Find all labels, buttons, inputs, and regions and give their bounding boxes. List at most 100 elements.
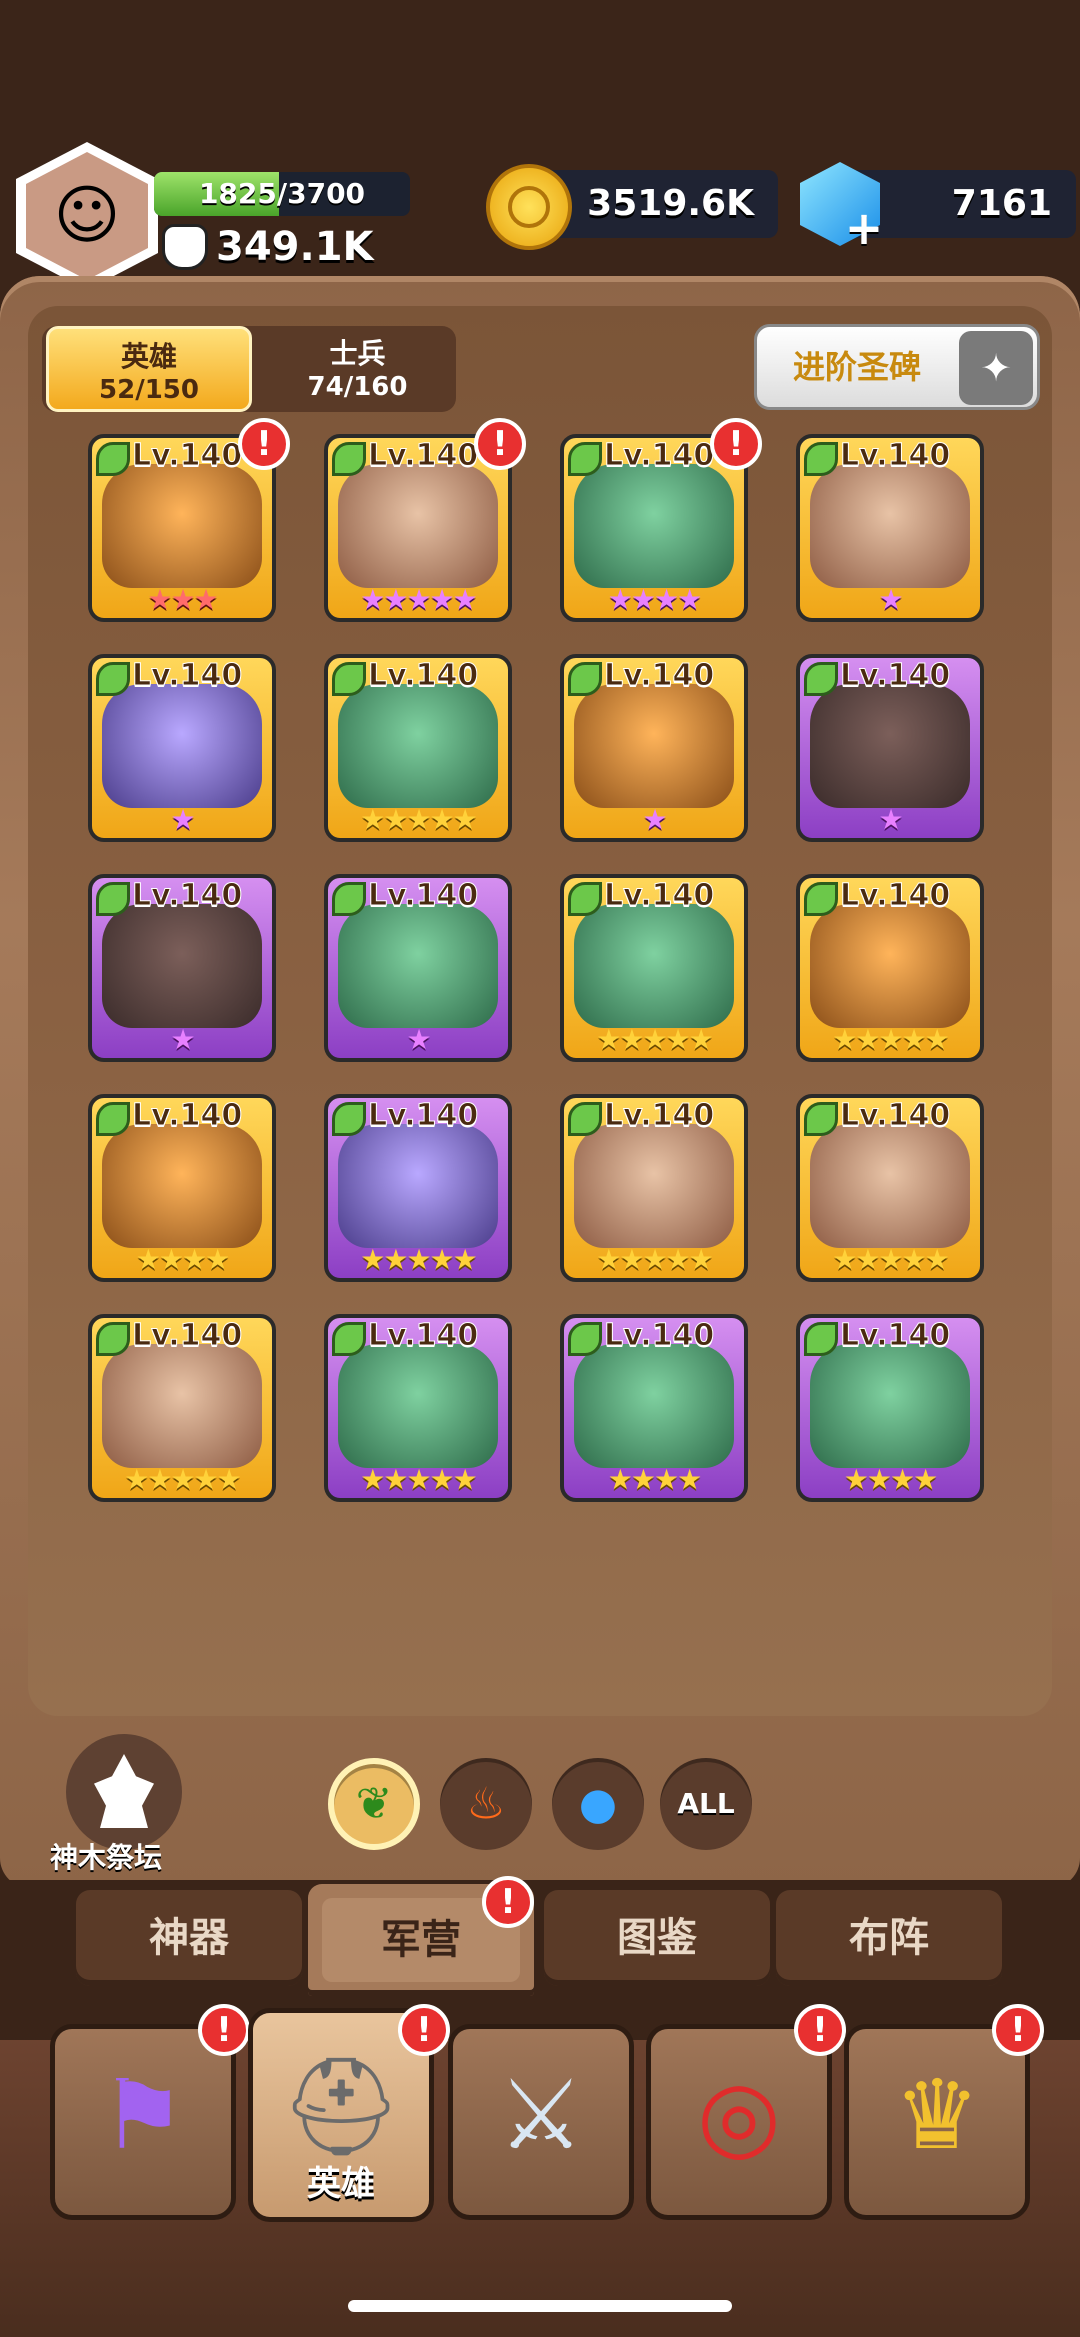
soldiers-tab[interactable]: 士兵 74/160 — [254, 326, 461, 412]
filter-water[interactable]: ● — [552, 1758, 644, 1850]
hero-level: Lv.140 — [603, 1318, 715, 1354]
soldiers-tab-count: 74/160 — [307, 372, 408, 402]
crossed-swords-icon: ⚔ — [497, 2058, 585, 2171]
hero-level: Lv.140 — [131, 658, 243, 694]
hero-portrait — [810, 1124, 970, 1248]
hero-level: Lv.140 — [839, 1098, 951, 1134]
tab-artifacts[interactable]: 神器 — [76, 1890, 302, 1986]
nature-element-icon — [332, 882, 366, 916]
hero-level: Lv.140 — [367, 1318, 479, 1354]
hero-portrait — [102, 464, 262, 588]
heroes-tab-count: 52/150 — [99, 375, 199, 405]
filter-all-label: ALL — [677, 1787, 735, 1820]
nature-element-icon — [804, 442, 838, 476]
hero-stars: ★★★★★ — [596, 1243, 714, 1276]
filter-all[interactable]: ALL — [660, 1758, 752, 1850]
fist-icon — [162, 224, 208, 270]
avatar-face-icon: ☺ — [26, 152, 148, 280]
hero-card[interactable]: Lv.140 ★★★★★ — [324, 1094, 512, 1282]
hero-card[interactable]: Lv.140 ★★★★ — [796, 1314, 984, 1502]
hero-card[interactable]: Lv.140 ★ — [88, 654, 276, 842]
hero-card[interactable]: Lv.140 ★★★★★ — [88, 1314, 276, 1502]
nature-element-icon — [568, 442, 602, 476]
hero-portrait — [338, 904, 498, 1028]
compass-icon — [959, 331, 1033, 405]
nature-element-icon — [332, 662, 366, 696]
filter-fire[interactable]: ♨ — [440, 1758, 532, 1850]
hero-card[interactable]: Lv.140 ★ — [796, 434, 984, 622]
hero-stars: ★ — [878, 583, 903, 616]
hero-card[interactable]: Lv.140 ★★★★★ — [796, 1094, 984, 1282]
nature-element-icon — [568, 662, 602, 696]
hero-stars: ★ — [642, 803, 667, 836]
advance-monument-label: 进阶圣碑 — [792, 348, 921, 386]
trophy-icon: ♛ — [893, 2058, 981, 2171]
gem-currency[interactable]: + 7161 — [800, 162, 1076, 251]
plus-icon[interactable]: + — [844, 205, 884, 251]
hero-stars: ★★★★★ — [596, 1023, 714, 1056]
gold-currency[interactable]: 3519.6K — [486, 164, 778, 250]
water-drop-icon: ● — [578, 1778, 618, 1830]
nav-target-button[interactable]: ◎ — [646, 2024, 832, 2220]
heroes-tab[interactable]: 英雄 52/150 — [46, 326, 252, 412]
hero-portrait — [574, 464, 734, 588]
hero-level: Lv.140 — [367, 878, 479, 914]
nature-element-icon — [804, 882, 838, 916]
hero-level: Lv.140 — [367, 658, 479, 694]
nav-guild-button[interactable]: ⚑ — [50, 2024, 236, 2220]
advance-monument-button[interactable]: 进阶圣碑 — [754, 324, 1040, 410]
nature-element-icon — [332, 1322, 366, 1356]
hero-stars: ★ — [878, 803, 903, 836]
hero-level: Lv.140 — [839, 878, 951, 914]
target-alert-icon: ! — [794, 2004, 846, 2056]
hero-stars: ★★★★ — [843, 1463, 938, 1496]
nav-heroes-label: 英雄 — [307, 2164, 375, 2204]
hero-card[interactable]: Lv.140 ★★★★★! — [324, 418, 526, 622]
fire-filter-icon: ♨ — [466, 1778, 506, 1830]
filter-nature[interactable]: ❦ — [328, 1758, 420, 1850]
nature-element-icon — [804, 1102, 838, 1136]
nature-element-icon — [96, 882, 130, 916]
nav-trophy-button[interactable]: ♛ — [844, 2024, 1030, 2220]
hero-portrait — [574, 904, 734, 1028]
hero-level: Lv.140 — [839, 658, 951, 694]
hero-card[interactable]: Lv.140 ★ — [88, 874, 276, 1062]
hero-card[interactable]: Lv.140 ★★★★! — [560, 418, 762, 622]
hero-card[interactable]: Lv.140 ★ — [324, 874, 512, 1062]
hero-card[interactable]: Lv.140 ★★★★★ — [560, 874, 748, 1062]
hero-card[interactable]: Lv.140 ★★★★★ — [324, 654, 512, 842]
nature-element-icon — [96, 442, 130, 476]
power-value: 349.1K — [216, 224, 374, 270]
banner-sword-icon: ⚑ — [99, 2058, 187, 2171]
nature-element-icon — [568, 882, 602, 916]
hero-portrait — [338, 684, 498, 808]
hero-stars: ★★★★★ — [360, 583, 478, 616]
hero-stars: ★★★★★ — [124, 1463, 242, 1496]
heroes-alert-icon: ! — [398, 2004, 450, 2056]
nature-element-icon — [332, 442, 366, 476]
hero-portrait — [102, 684, 262, 808]
hero-card[interactable]: Lv.140 ★ — [796, 654, 984, 842]
hero-level: Lv.140 — [367, 1098, 479, 1134]
tab-codex[interactable]: 图鉴 — [544, 1890, 770, 1986]
gold-value: 3519.6K — [587, 183, 754, 224]
home-indicator — [348, 2300, 732, 2312]
hero-card[interactable]: Lv.140 ★★★★★ — [796, 874, 984, 1062]
target-icon: ◎ — [697, 2058, 781, 2171]
hero-portrait — [102, 1124, 262, 1248]
gem-value: 7161 — [951, 183, 1052, 224]
hero-card[interactable]: Lv.140 ★★★★ — [88, 1094, 276, 1282]
altar-button[interactable] — [66, 1734, 182, 1850]
hero-portrait — [102, 904, 262, 1028]
tab-formation[interactable]: 布阵 — [776, 1890, 1002, 1986]
nav-battle-button[interactable]: ⚔ — [448, 2024, 634, 2220]
hero-card[interactable]: Lv.140 ★★★★★ — [560, 1094, 748, 1282]
hero-card[interactable]: Lv.140 ★★★★★ — [324, 1314, 512, 1502]
hero-card[interactable]: Lv.140 ★★★! — [88, 418, 290, 622]
hero-card[interactable]: Lv.140 ★ — [560, 654, 748, 842]
leaf-filter-icon: ❦ — [355, 1778, 393, 1830]
hero-card[interactable]: Lv.140 ★★★★ — [560, 1314, 748, 1502]
hero-alert-icon: ! — [474, 418, 526, 470]
hero-portrait — [810, 904, 970, 1028]
tab-codex-label: 图鉴 — [617, 1915, 697, 1961]
